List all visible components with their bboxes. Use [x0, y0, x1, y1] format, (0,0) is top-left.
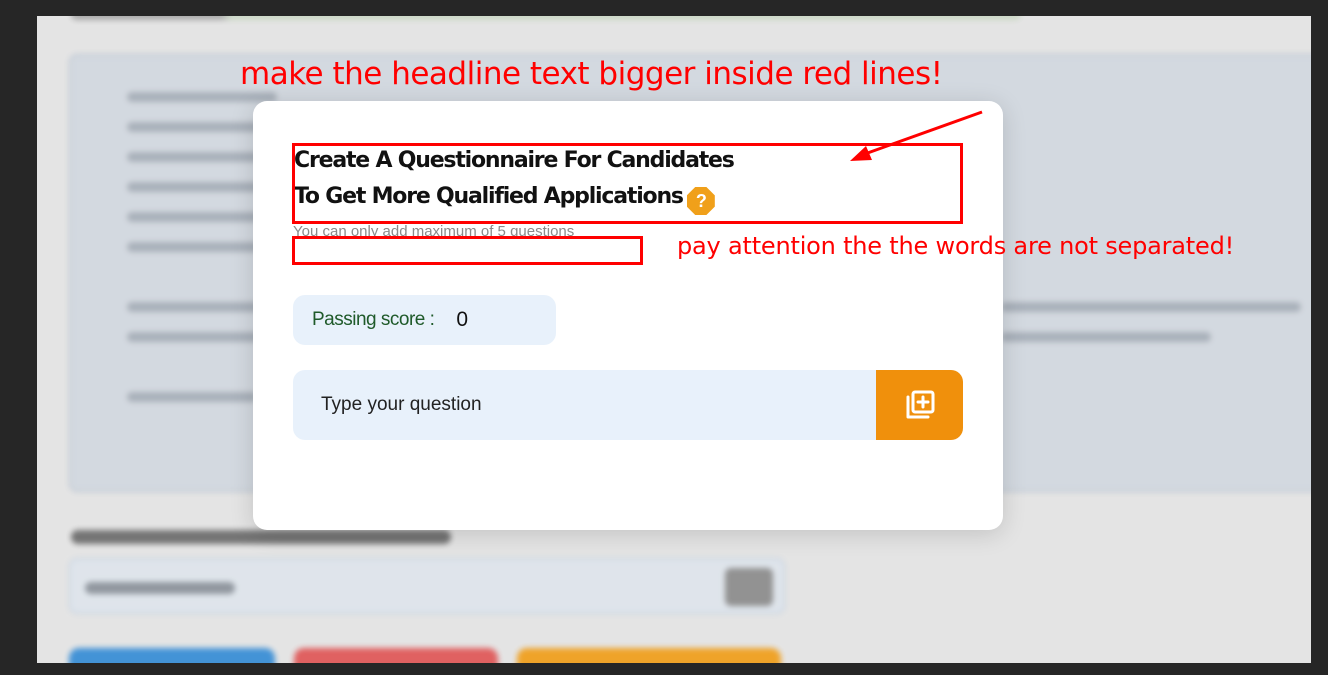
bg-email-placeholder: [85, 582, 235, 594]
annotation-spacing-note: pay attention the the words are not sepa…: [677, 232, 1235, 260]
bg-text-line: [127, 392, 257, 402]
bg-text-line: [1001, 302, 1301, 312]
passing-score-box: Passing score : 0: [293, 295, 556, 345]
bg-text-line: [1001, 332, 1211, 342]
question-input[interactable]: [293, 370, 876, 440]
bg-button-orange: [517, 648, 781, 663]
bg-text-line: [127, 92, 277, 102]
add-question-button[interactable]: [876, 370, 963, 440]
bg-button-blue: [69, 648, 275, 663]
add-library-icon: [906, 390, 934, 419]
annotation-subtext-box: [292, 236, 643, 265]
annotation-headline-box: [292, 143, 963, 224]
bg-top-text: [71, 16, 1021, 20]
bg-email-icon: [725, 568, 773, 606]
passing-score-label: Passing score :: [312, 309, 435, 330]
bg-button-red: [294, 648, 498, 663]
bg-email-label: [71, 530, 451, 544]
annotation-headline-note: make the headline text bigger inside red…: [240, 56, 943, 92]
question-entry-row: [293, 370, 963, 440]
passing-score-value[interactable]: 0: [456, 308, 468, 332]
